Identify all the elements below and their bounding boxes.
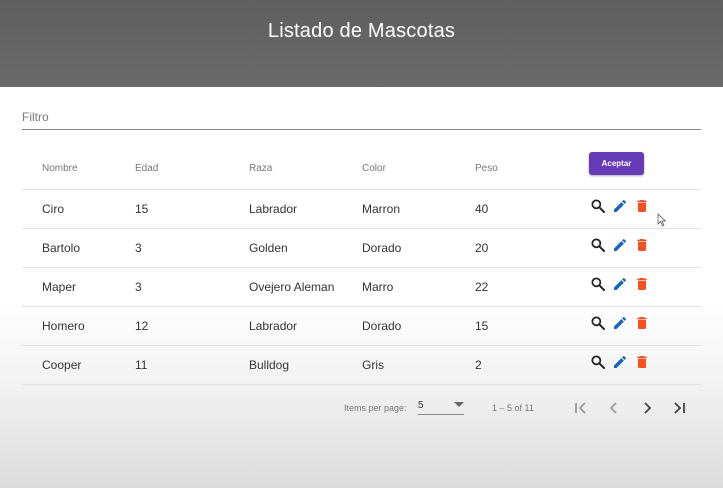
chevron-right-icon (644, 402, 652, 414)
search-icon[interactable] (589, 353, 607, 371)
column-header-color: Color (362, 163, 386, 174)
delete-icon[interactable] (633, 353, 651, 371)
app-toolbar: Listado de Mascotas (0, 0, 723, 87)
table-row: Cooper 11 Bulldog Gris 2 (22, 346, 701, 385)
delete-icon[interactable] (633, 275, 651, 293)
column-header-peso: Peso (475, 163, 498, 174)
search-icon[interactable] (589, 314, 607, 332)
filter-input[interactable] (22, 108, 701, 126)
cell-edad: 12 (135, 319, 149, 333)
cell-peso: 15 (475, 319, 489, 333)
row-actions (589, 343, 651, 381)
cell-color: Marro (362, 280, 394, 294)
next-page-button[interactable] (637, 398, 657, 418)
accept-button[interactable]: Aceptar (589, 152, 644, 175)
cell-edad: 11 (135, 358, 148, 372)
cell-raza: Labrador (249, 319, 298, 333)
paginator: Items per page: 5 1 – 5 of 11 (0, 394, 723, 422)
cell-edad: 15 (135, 202, 149, 216)
edit-icon[interactable] (611, 236, 629, 254)
edit-icon[interactable] (611, 197, 629, 215)
previous-page-button[interactable] (604, 398, 624, 418)
filter-field[interactable] (22, 108, 701, 130)
row-actions (589, 226, 651, 264)
page-size-select[interactable]: 5 (418, 397, 464, 415)
table-header-row: Nombre Edad Raza Color Peso Aceptar (22, 148, 701, 190)
cell-peso: 2 (475, 358, 482, 372)
cell-raza: Golden (249, 241, 288, 255)
search-icon[interactable] (589, 197, 607, 215)
search-icon[interactable] (589, 275, 607, 293)
cell-raza: Ovejero Aleman (249, 280, 335, 294)
column-header-actions: Aceptar (589, 145, 644, 186)
row-actions (589, 265, 651, 303)
cell-nombre: Bartolo (42, 241, 81, 255)
column-header-raza: Raza (249, 163, 273, 174)
row-actions (589, 187, 651, 225)
first-page-button[interactable] (571, 398, 591, 418)
edit-icon[interactable] (611, 353, 629, 371)
cell-color: Gris (362, 358, 384, 372)
cell-raza: Bulldog (249, 358, 290, 372)
cell-peso: 40 (475, 202, 489, 216)
delete-icon[interactable] (633, 236, 651, 254)
mouse-cursor-icon (657, 213, 667, 232)
cell-nombre: Homero (42, 319, 85, 333)
last-page-button[interactable] (669, 398, 689, 418)
table-body: Ciro 15 Labrador Marron 40 Bartolo 3 Golden Dora… (22, 190, 701, 385)
column-header-edad: Edad (135, 163, 159, 174)
search-icon[interactable] (589, 236, 607, 254)
table-row: Homero 12 Labrador Dorado 15 (22, 307, 701, 346)
cell-nombre: Cooper (42, 358, 82, 372)
cell-color: Dorado (362, 241, 402, 255)
items-per-page-label: Items per page: (344, 403, 407, 413)
edit-icon[interactable] (611, 275, 629, 293)
chevron-left-icon (609, 402, 617, 414)
cell-nombre: Ciro (42, 202, 65, 216)
cell-peso: 20 (475, 241, 489, 255)
cell-nombre: Maper (42, 280, 77, 294)
table-row: Maper 3 Ovejero Aleman Marro 22 (22, 268, 701, 307)
first-page-icon (575, 402, 586, 414)
delete-icon[interactable] (633, 314, 651, 332)
table-row: Bartolo 3 Golden Dorado 20 (22, 229, 701, 268)
page-title: Listado de Mascotas (267, 20, 456, 42)
edit-icon[interactable] (611, 314, 629, 332)
cell-peso: 22 (475, 280, 489, 294)
cell-raza: Labrador (249, 202, 298, 216)
cell-color: Dorado (362, 319, 402, 333)
table-row: Ciro 15 Labrador Marron 40 (22, 190, 701, 229)
cell-edad: 3 (135, 280, 142, 294)
pets-table: Nombre Edad Raza Color Peso Aceptar Ciro… (22, 148, 701, 385)
column-header-nombre: Nombre (42, 163, 78, 174)
page-size-value: 5 (418, 399, 424, 411)
page-range-label: 1 – 5 of 11 (492, 403, 534, 413)
cell-edad: 3 (135, 241, 142, 255)
last-page-icon (674, 402, 685, 414)
row-actions (589, 304, 651, 342)
dropdown-arrow-icon (454, 400, 464, 411)
delete-icon[interactable] (633, 197, 651, 215)
cell-color: Marron (362, 202, 401, 216)
